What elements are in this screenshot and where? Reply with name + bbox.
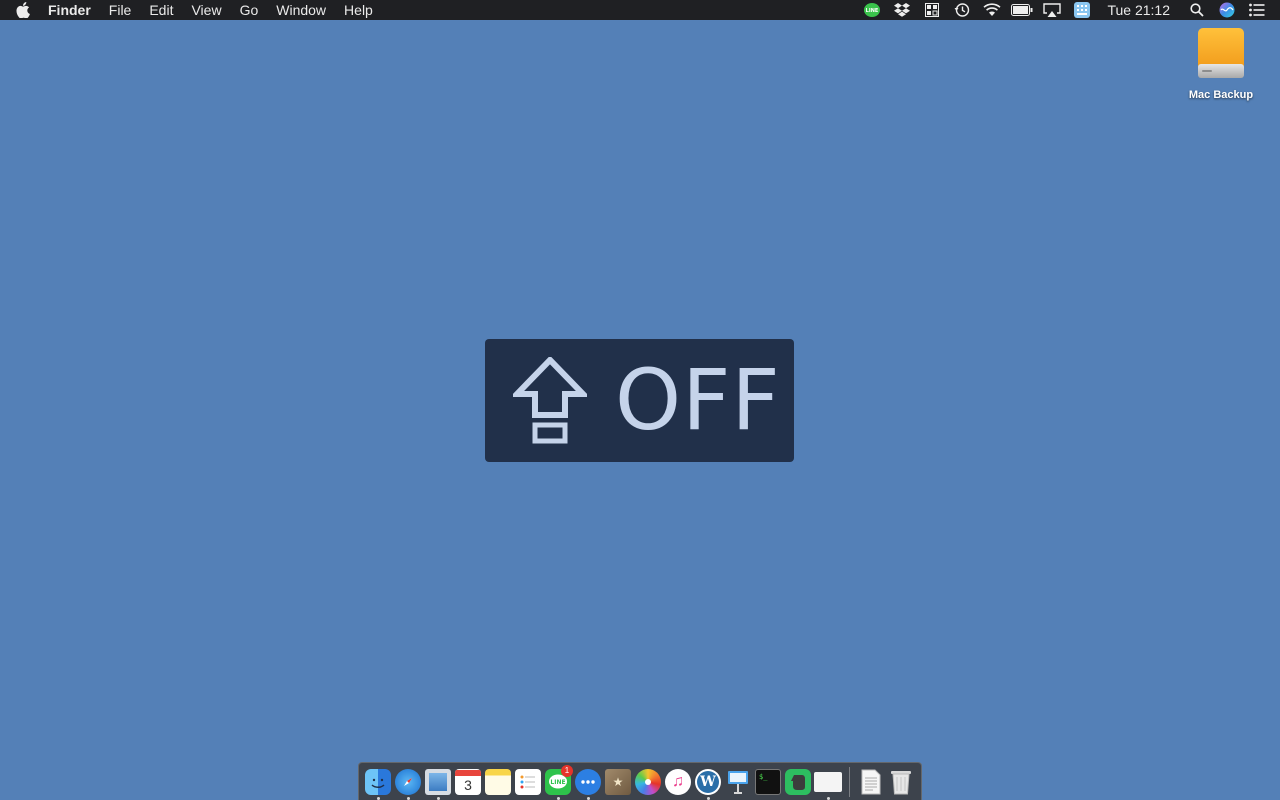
dock-item-preview[interactable] bbox=[423, 763, 453, 800]
line-icon[interactable]: LINE bbox=[857, 0, 887, 20]
caps-lock-hud: OFF bbox=[485, 339, 794, 462]
dock-item-evernote[interactable] bbox=[783, 763, 813, 800]
svg-text:LINE: LINE bbox=[866, 8, 879, 14]
photos-icon[interactable] bbox=[635, 768, 661, 795]
dock-item-finder[interactable] bbox=[363, 763, 393, 800]
apple-menu-icon[interactable] bbox=[0, 0, 46, 20]
menu-window[interactable]: Window bbox=[267, 0, 335, 20]
battery-icon[interactable] bbox=[1007, 0, 1037, 20]
document-icon[interactable] bbox=[858, 769, 884, 795]
menu-bar: Finder File Edit View Go Window Help LIN… bbox=[0, 0, 1280, 20]
dock-item-trash[interactable] bbox=[886, 763, 916, 800]
dock-item-document[interactable] bbox=[856, 763, 886, 800]
preview-icon[interactable] bbox=[425, 768, 451, 795]
airplay-icon[interactable] bbox=[1037, 0, 1067, 20]
menu-app-name[interactable]: Finder bbox=[46, 0, 100, 20]
dock-item-terminal[interactable]: $_ bbox=[753, 763, 783, 800]
dock-item-archive[interactable]: ★ bbox=[603, 763, 633, 800]
running-indicator bbox=[706, 796, 710, 800]
notification-badge: 1 bbox=[561, 764, 573, 777]
running-indicator bbox=[406, 796, 410, 800]
desktop-drive[interactable]: Mac Backup bbox=[1181, 26, 1261, 101]
calendar-day: 3 bbox=[464, 776, 472, 793]
running-indicator bbox=[436, 796, 440, 800]
safari-icon[interactable] bbox=[395, 768, 421, 795]
time-machine-icon[interactable] bbox=[947, 0, 977, 20]
running-indicator bbox=[586, 796, 590, 800]
wifi-icon[interactable] bbox=[977, 0, 1007, 20]
dock: 3 LINE 1 ★ ♫ W $_ bbox=[358, 762, 922, 800]
dock-item-notes[interactable] bbox=[483, 763, 513, 800]
dock-item-reminders[interactable] bbox=[513, 763, 543, 800]
archive-box-icon[interactable]: ★ bbox=[605, 768, 631, 795]
dock-item-itunes[interactable]: ♫ bbox=[663, 763, 693, 800]
menu-help[interactable]: Help bbox=[335, 0, 382, 20]
dock-item-calendar[interactable]: 3 bbox=[453, 763, 483, 800]
dock-item-memo[interactable] bbox=[813, 763, 843, 800]
running-indicator bbox=[826, 796, 830, 800]
menu-edit[interactable]: Edit bbox=[140, 0, 182, 20]
external-drive-icon[interactable] bbox=[1196, 26, 1246, 85]
menu-clock[interactable]: Tue 21:12 bbox=[1097, 0, 1182, 20]
caps-lock-state: OFF bbox=[615, 351, 781, 449]
menu-file[interactable]: File bbox=[100, 0, 141, 20]
running-indicator bbox=[376, 796, 380, 800]
notification-center-icon[interactable] bbox=[1242, 0, 1272, 20]
dock-separator bbox=[849, 766, 850, 797]
drive-label[interactable]: Mac Backup bbox=[1189, 89, 1253, 101]
dock-item-safari[interactable] bbox=[393, 763, 423, 800]
dock-item-line[interactable]: LINE 1 bbox=[543, 763, 573, 800]
dock-item-photos[interactable] bbox=[633, 763, 663, 800]
calendar-icon[interactable]: 3 bbox=[455, 768, 481, 795]
svg-text:LINE: LINE bbox=[550, 779, 565, 786]
wordpress-icon[interactable]: W bbox=[695, 768, 721, 795]
siri-icon[interactable] bbox=[1212, 0, 1242, 20]
notes-icon[interactable] bbox=[485, 768, 511, 795]
itunes-icon[interactable]: ♫ bbox=[665, 768, 691, 795]
terminal-icon[interactable]: $_ bbox=[755, 768, 781, 795]
evernote-icon[interactable] bbox=[785, 768, 811, 795]
spotlight-icon[interactable] bbox=[1182, 0, 1212, 20]
menu-view[interactable]: View bbox=[182, 0, 230, 20]
menu-go[interactable]: Go bbox=[231, 0, 268, 20]
menu-bar-left: Finder File Edit View Go Window Help bbox=[0, 0, 382, 20]
keyboard-input-icon[interactable] bbox=[1067, 0, 1097, 20]
finder-icon[interactable] bbox=[365, 768, 391, 795]
dock-item-messages[interactable] bbox=[573, 763, 603, 800]
running-indicator bbox=[556, 796, 560, 800]
trash-icon[interactable] bbox=[888, 769, 914, 795]
dropbox-icon[interactable] bbox=[887, 0, 917, 20]
messages-icon[interactable] bbox=[575, 768, 601, 795]
app-grid-icon[interactable] bbox=[917, 0, 947, 20]
reminders-icon[interactable] bbox=[515, 768, 541, 795]
keynote-icon[interactable] bbox=[725, 769, 751, 795]
menu-bar-right: LINE Tue 21:12 bbox=[857, 0, 1280, 20]
caps-lock-icon bbox=[509, 355, 591, 450]
dock-item-wordpress[interactable]: W bbox=[693, 763, 723, 800]
dock-item-keynote[interactable] bbox=[723, 763, 753, 800]
memo-icon[interactable] bbox=[814, 771, 842, 792]
